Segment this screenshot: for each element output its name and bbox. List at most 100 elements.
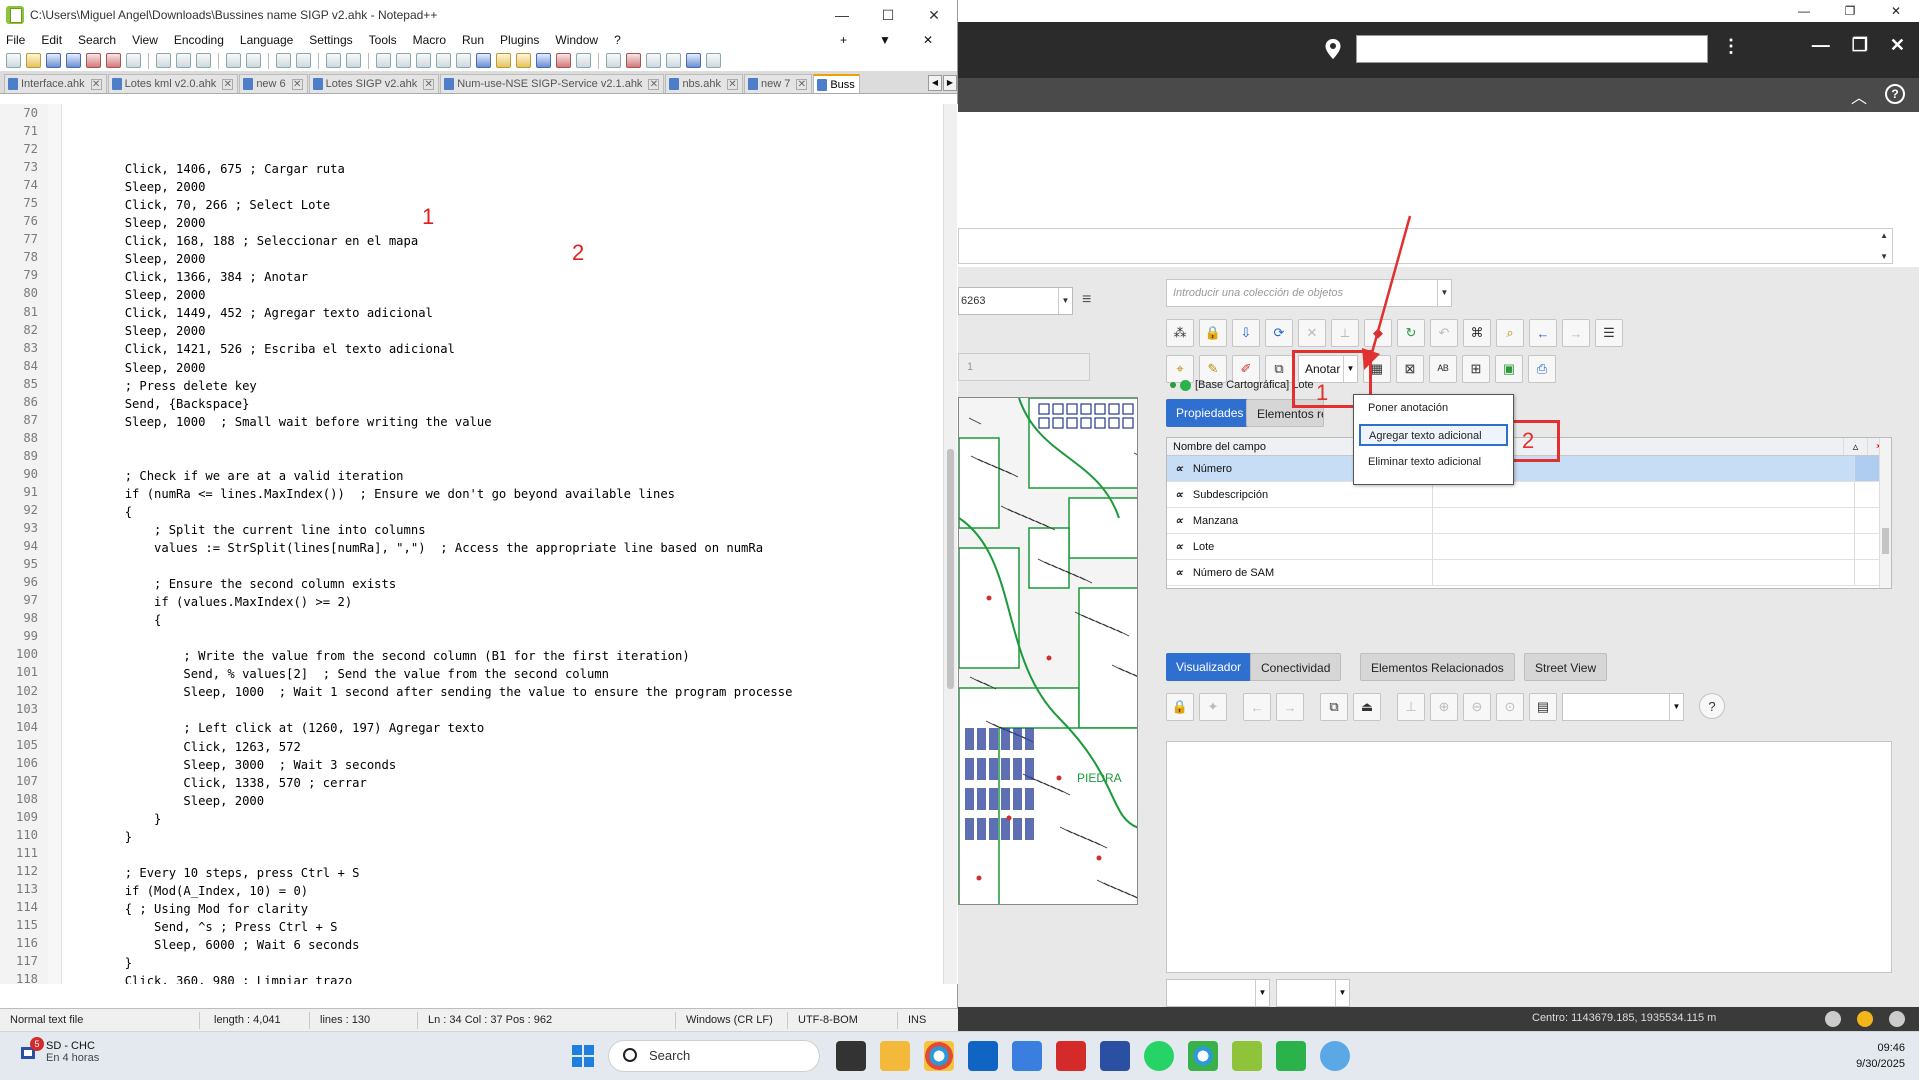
copy-icon[interactable]: ⧉ [1320,693,1348,721]
macro-play-multiple-icon[interactable] [686,53,701,68]
code-line[interactable]: ; Write the value from the second column… [66,647,958,665]
code-line[interactable]: Sleep, 2000 [66,792,958,810]
code-line[interactable]: Click, 1263, 572 [66,738,958,756]
code-line[interactable]: { ; Using Mod for clarity [66,900,958,918]
code-line[interactable]: Sleep, 2000 [66,286,958,304]
macro-play-icon[interactable] [666,53,681,68]
code-line[interactable]: Click, 1421, 526 ; Escriba el texto adic… [66,340,958,358]
cadastral-map[interactable]: PIEDRA [958,397,1138,905]
code-line[interactable]: Click, 1366, 384 ; Anotar [66,268,958,286]
menu-macro[interactable]: Macro [413,33,446,47]
view-icon[interactable] [606,53,621,68]
code-line[interactable]: Sleep, 1000 ; Small wait before writing … [66,413,958,431]
chrome-profile-icon[interactable] [1188,1041,1218,1071]
status-indicator-icon[interactable] [1889,1011,1905,1027]
new-file-icon[interactable] [6,53,21,68]
code-line[interactable]: Click, 360, 980 ; Limpiar trazo [66,972,958,984]
menu-encoding[interactable]: Encoding [174,33,224,47]
lock-icon[interactable]: 🔒 [1199,319,1227,347]
close-file-icon[interactable] [86,53,101,68]
refresh-blue-icon[interactable]: ⟳ [1265,319,1293,347]
close-doc-icon[interactable]: ✕ [923,33,933,47]
menu-item-agregar-texto-adicional[interactable]: Agregar texto adicional [1359,424,1508,446]
monitor-icon[interactable] [576,53,591,68]
back-arrow-icon[interactable]: ← [1529,319,1557,347]
close-tab-icon[interactable]: ✕ [423,78,435,90]
code-line[interactable]: ; Press delete key [66,377,958,395]
sync-v-icon[interactable] [376,53,391,68]
binoculars-icon[interactable]: ⌘ [1463,319,1491,347]
panel-minimize-icon[interactable]: — [1812,35,1830,56]
bottom-combo-1[interactable]: ▼ [1166,979,1270,1007]
highlight-icon[interactable] [476,53,491,68]
menu-help[interactable]: ? [614,33,621,47]
tab-interface[interactable]: Interface.ahk ✕ [4,74,107,93]
scroll-down-icon[interactable]: ▼ [1880,252,1888,261]
menu-run[interactable]: Run [462,33,484,47]
minimize-button[interactable]: — [819,7,865,23]
code-line[interactable]: if (numRa <= lines.MaxIndex()) ; Ensure … [66,485,958,503]
help-icon[interactable]: ? [1885,84,1905,104]
save-icon[interactable] [46,53,61,68]
measure-icon[interactable]: ⊥ [1397,693,1425,721]
tab-scroll-right-icon[interactable]: ▶ [943,75,957,91]
tab-new6[interactable]: new 6 ✕ [239,74,308,93]
code-line[interactable]: Click, 1338, 570 ; cerrar [66,774,958,792]
code-line[interactable]: ; Check if we are at a valid iteration [66,467,958,485]
folder-workspace-icon[interactable] [536,53,551,68]
panel-close-icon[interactable]: ✕ [1890,35,1905,56]
zoom-in-icon[interactable] [326,53,341,68]
menu-item-eliminar-texto-adicional[interactable]: Eliminar texto adicional [1354,449,1513,475]
photos-icon[interactable] [1012,1041,1042,1071]
location-search-input[interactable] [1356,35,1708,63]
menu-item-poner-anotacion[interactable]: Poner anotación [1354,395,1513,421]
code-line[interactable]: Click, 1449, 452 ; Agregar texto adicion… [66,304,958,322]
function-list-icon[interactable] [516,53,531,68]
tab-num-use[interactable]: Num-use-NSE SIGP-Service v2.1.ahk ✕ [440,74,665,93]
forward-arrow-icon[interactable]: → [1276,693,1304,721]
edit-field-icon[interactable]: ∝ [1175,534,1183,559]
import-icon[interactable]: ⇩ [1232,319,1260,347]
code-line[interactable] [66,431,958,449]
undo-icon[interactable] [226,53,241,68]
tab-nbs[interactable]: nbs.ahk ✕ [665,74,743,93]
field-value[interactable] [1433,534,1855,559]
scroll-up-icon[interactable]: ▲ [1880,231,1888,240]
close-tab-icon[interactable]: ✕ [726,78,738,90]
code-line[interactable]: Sleep, 2000 [66,214,958,232]
start-windows-icon[interactable] [572,1045,594,1067]
code-line[interactable]: ; Every 10 steps, press Ctrl + S [66,864,958,882]
spell-check-icon[interactable]: ᴬᴮ [1429,355,1457,383]
system-clock[interactable]: 09:46 9/30/2025 [1856,1040,1905,1072]
code-line[interactable]: Sleep, 6000 ; Wait 6 seconds [66,936,958,954]
code-line[interactable]: ; Left click at (1260, 197) Agregar text… [66,719,958,737]
chrome-icon[interactable] [924,1041,954,1071]
code-line[interactable]: ; Split the current line into columns [66,521,958,539]
zoom-in-icon[interactable]: ⊕ [1430,693,1458,721]
edit-field-icon[interactable]: ∝ [1175,482,1183,507]
delete-icon[interactable]: ✕ [1298,319,1326,347]
sync-h-icon[interactable] [396,53,411,68]
code-line[interactable]: Sleep, 1000 ; Wait 1 second after sendin… [66,683,958,701]
file-explorer-icon[interactable] [880,1041,910,1071]
field-value[interactable] [1433,560,1855,585]
tab-list-icon[interactable]: ▼ [879,33,891,47]
code-line[interactable]: values := StrSplit(lines[numRa], ",") ; … [66,539,958,557]
close-all-icon[interactable] [106,53,121,68]
export-icon[interactable]: ⎙ [1528,355,1556,383]
comment-icon[interactable]: ▤ [1529,693,1557,721]
back-arrow-icon[interactable]: ← [1243,693,1271,721]
tab-lotes-sigp[interactable]: Lotes SIGP v2.ahk ✕ [308,74,440,93]
chevron-down-icon[interactable]: ▼ [1669,694,1683,720]
macro-save-icon[interactable] [706,53,721,68]
sparkle-icon[interactable]: ✦ [1199,693,1227,721]
viewer-combo-box[interactable]: ▼ [1562,693,1684,721]
tab-new7[interactable]: new 7 ✕ [743,74,813,93]
code-line[interactable]: if (values.MaxIndex() >= 2) [66,593,958,611]
wrap-icon[interactable] [416,53,431,68]
menu-window[interactable]: Window [555,33,598,47]
lock-icon[interactable]: 🔒 [1166,693,1194,721]
code-line[interactable]: Click, 168, 188 ; Seleccionar en el mapa [66,232,958,250]
close-tab-icon[interactable]: ✕ [222,78,234,90]
code-line[interactable] [66,449,958,467]
